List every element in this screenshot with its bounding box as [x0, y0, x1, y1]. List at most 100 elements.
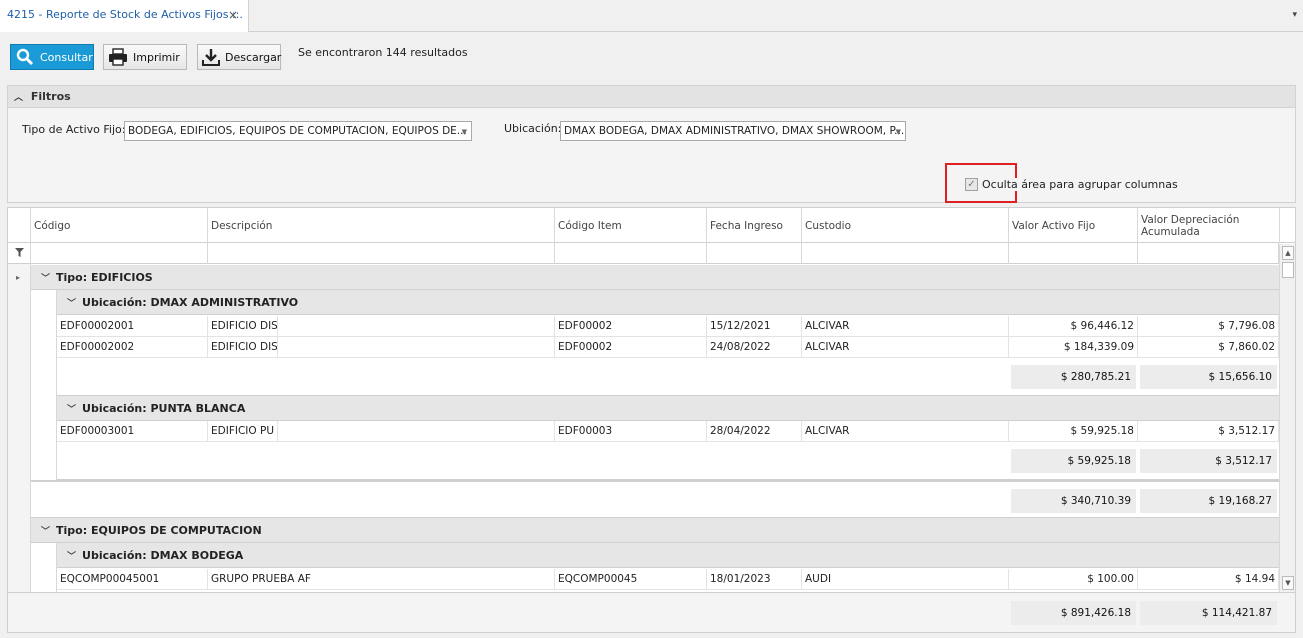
total-depreciacion: $ 114,421.87	[1140, 601, 1277, 625]
imprimir-label: Imprimir	[133, 50, 180, 64]
col-descripcion[interactable]: Descripción	[208, 208, 555, 243]
cell-codigo-item: EDF00002	[555, 337, 707, 358]
cell-codigo: EDF00002001	[57, 316, 208, 337]
cell-depreciacion: $ 3,512.17	[1138, 421, 1279, 442]
cell-valor: $ 100.00	[1009, 569, 1138, 590]
tab-title: 4215 - Reporte de Stock de Activos Fijos…	[7, 8, 243, 21]
cell-descripcion: GRUPO PRUEBA AF	[208, 569, 555, 590]
descargar-button[interactable]: Descargar	[197, 44, 281, 70]
cell-codigo: EQCOMP00045001	[57, 569, 208, 590]
filter-cell[interactable]	[1009, 243, 1138, 264]
filter-cell[interactable]	[555, 243, 707, 264]
table-row[interactable]: EDF00002001 EDIFICIO DIS EDF00002 15/12/…	[57, 316, 1279, 337]
group-label: Tipo: EQUIPOS DE COMPUTACION	[56, 523, 262, 537]
ubicacion-select[interactable]: DMAX BODEGA, DMAX ADMINISTRATIVO, DMAX S…	[560, 121, 906, 141]
cell-codigo-item: EDF00002	[555, 316, 707, 337]
tipo-activo-select[interactable]: BODEGA, EDIFICIOS, EQUIPOS DE COMPUTACIO…	[124, 121, 472, 141]
filter-cell[interactable]	[1138, 243, 1279, 264]
filter-cell[interactable]	[31, 243, 208, 264]
chevron-down-icon[interactable]: ﹀	[41, 271, 50, 284]
group-label: Ubicación: PUNTA BLANCA	[82, 401, 246, 415]
chevron-down-icon[interactable]: ▼	[896, 128, 901, 136]
filter-icon[interactable]	[8, 243, 31, 264]
cell-depreciacion: $ 14.94	[1138, 569, 1279, 590]
cell-codigo-item: EQCOMP00045	[555, 569, 707, 590]
scroll-up-icon[interactable]: ▲	[1282, 246, 1294, 260]
data-grid: Código Descripción Código Item Fecha Ing…	[7, 207, 1296, 633]
cell-custodio: ALCIVAR	[802, 316, 1009, 337]
group-row-tipo-equipos-computacion[interactable]: ﹀ Tipo: EQUIPOS DE COMPUTACION	[31, 518, 1279, 543]
cell-custodio: ALCIVAR	[802, 337, 1009, 358]
row-indicator-column: ▸	[8, 264, 31, 632]
table-row[interactable]: EDF00003001 EDIFICIO PU EDF00003 28/04/2…	[57, 421, 1279, 442]
col-valor-activo[interactable]: Valor Activo Fijo	[1009, 208, 1138, 243]
cell-fecha: 28/04/2022	[707, 421, 802, 442]
cell-descripcion: EDIFICIO PU	[208, 421, 278, 442]
group-label: Ubicación: DMAX ADMINISTRATIVO	[82, 295, 299, 309]
group-summary-row-tipo: $ 340,710.39 $ 19,168.27	[31, 480, 1279, 518]
imprimir-button[interactable]: Imprimir	[103, 44, 187, 70]
col-fecha-ingreso[interactable]: Fecha Ingreso	[707, 208, 802, 243]
sum-depreciacion: $ 3,512.17	[1140, 449, 1277, 473]
col-codigo-item[interactable]: Código Item	[555, 208, 707, 243]
cell-custodio: ALCIVAR	[802, 421, 1009, 442]
tab-reporte-stock[interactable]: 4215 - Reporte de Stock de Activos Fijos…	[0, 0, 249, 32]
group-label: Tipo: EDIFICIOS	[56, 270, 153, 284]
cell-descripcion-rest	[278, 421, 555, 442]
printer-icon	[107, 46, 129, 68]
vertical-scrollbar[interactable]: ▲ ▼	[1279, 244, 1295, 592]
hide-group-checkbox[interactable]: ✓	[965, 178, 978, 191]
col-custodio[interactable]: Custodio	[802, 208, 1009, 243]
col-codigo[interactable]: Código	[31, 208, 208, 243]
group-summary-row: $ 280,785.21 $ 15,656.10	[57, 358, 1279, 396]
chevron-down-icon[interactable]: ▼	[462, 128, 467, 136]
chevron-up-icon[interactable]: ︿	[14, 90, 23, 103]
header-corner	[8, 208, 31, 243]
chevron-right-icon[interactable]: ▸	[16, 273, 20, 282]
group-label: Ubicación: DMAX BODEGA	[82, 548, 244, 562]
sum-depreciacion: $ 19,168.27	[1140, 489, 1277, 513]
group-row-ubicacion-punta-blanca[interactable]: ﹀ Ubicación: PUNTA BLANCA	[57, 396, 1279, 421]
cell-codigo: EDF00003001	[57, 421, 208, 442]
results-count: Se encontraron 144 resultados	[298, 46, 468, 59]
group-indent	[31, 543, 57, 592]
ubicacion-label: Ubicación:	[504, 122, 562, 135]
cell-fecha: 15/12/2021	[707, 316, 802, 337]
table-row[interactable]: EDF00002002 EDIFICIO DIS EDF00002 24/08/…	[57, 337, 1279, 358]
cell-valor: $ 96,446.12	[1009, 316, 1138, 337]
sum-valor: $ 280,785.21	[1011, 365, 1136, 389]
group-row-ubicacion-dmax-bodega[interactable]: ﹀ Ubicación: DMAX BODEGA	[57, 543, 1279, 568]
chevron-down-icon[interactable]: ﹀	[67, 549, 76, 562]
chevron-down-icon[interactable]: ﹀	[67, 402, 76, 415]
group-row-ubicacion-dmax-administrativo[interactable]: ﹀ Ubicación: DMAX ADMINISTRATIVO	[57, 290, 1279, 315]
cell-codigo: EDF00002002	[57, 337, 208, 358]
filter-cell[interactable]	[802, 243, 1009, 264]
group-row-tipo-edificios[interactable]: ﹀ Tipo: EDIFICIOS	[31, 265, 1279, 290]
tipo-activo-value: BODEGA, EDIFICIOS, EQUIPOS DE COMPUTACIO…	[128, 125, 467, 137]
sum-valor: $ 59,925.18	[1011, 449, 1136, 473]
filter-cell[interactable]	[208, 243, 555, 264]
group-summary-row: $ 59,925.18 $ 3,512.17	[57, 442, 1279, 480]
cell-descripcion: EDIFICIO DIS	[208, 337, 278, 358]
cell-descripcion: EDIFICIO DIS	[208, 316, 278, 337]
cell-codigo-item: EDF00003	[555, 421, 707, 442]
filters-panel: ︿ Filtros Tipo de Activo Fijo: BODEGA, E…	[7, 85, 1296, 203]
consultar-button[interactable]: Consultar	[10, 44, 94, 70]
cell-valor: $ 59,925.18	[1009, 421, 1138, 442]
grid-header: Código Descripción Código Item Fecha Ing…	[8, 208, 1295, 243]
scroll-thumb[interactable]	[1282, 262, 1294, 278]
close-icon[interactable]: ×	[228, 8, 238, 22]
tab-menu-chevron-down-icon[interactable]: ▾	[1292, 10, 1297, 20]
scroll-down-icon[interactable]: ▼	[1282, 576, 1294, 590]
descargar-label: Descargar	[225, 50, 282, 64]
filters-header[interactable]: ︿ Filtros	[8, 86, 1295, 108]
ubicacion-value: DMAX BODEGA, DMAX ADMINISTRATIVO, DMAX S…	[564, 125, 905, 137]
chevron-down-icon[interactable]: ﹀	[41, 524, 50, 537]
table-row[interactable]: EQCOMP00045001 GRUPO PRUEBA AF EQCOMP000…	[57, 569, 1279, 590]
chevron-down-icon[interactable]: ﹀	[67, 296, 76, 309]
filter-row	[8, 243, 1295, 264]
hide-group-label[interactable]: Oculta área para agrupar columnas	[982, 178, 1181, 191]
col-valor-depreciacion[interactable]: Valor Depreciación Acumulada	[1138, 208, 1280, 243]
filter-cell[interactable]	[707, 243, 802, 264]
tipo-activo-label: Tipo de Activo Fijo:	[22, 123, 126, 136]
